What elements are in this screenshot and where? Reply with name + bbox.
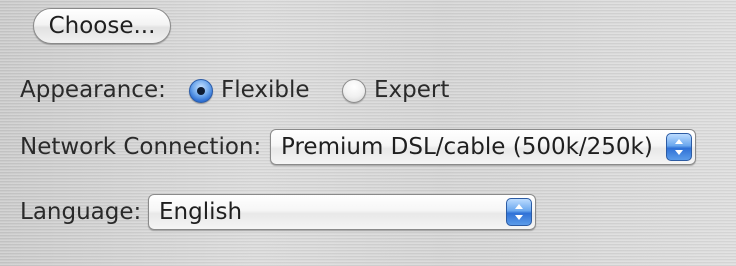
choose-button[interactable]: Choose... — [33, 8, 171, 44]
radio-selected-icon — [197, 87, 205, 95]
radio-flexible[interactable] — [189, 79, 213, 103]
language-label: Language: — [20, 199, 142, 225]
network-connection-value: Premium DSL/cable (500k/250k) — [281, 134, 653, 160]
language-select[interactable]: English — [148, 194, 536, 230]
up-down-arrows-icon[interactable] — [506, 198, 532, 226]
radio-expert-label[interactable]: Expert — [374, 76, 449, 104]
up-down-arrows-icon[interactable] — [666, 133, 692, 161]
radio-flexible-label[interactable]: Flexible — [221, 76, 310, 104]
radio-expert[interactable] — [342, 79, 366, 103]
network-connection-label: Network Connection: — [20, 134, 262, 160]
network-connection-select[interactable]: Premium DSL/cable (500k/250k) — [270, 129, 696, 165]
appearance-label: Appearance: — [20, 77, 166, 103]
preferences-panel: Choose... Appearance: Flexible Expert Ne… — [0, 0, 736, 266]
language-value: English — [159, 199, 243, 225]
